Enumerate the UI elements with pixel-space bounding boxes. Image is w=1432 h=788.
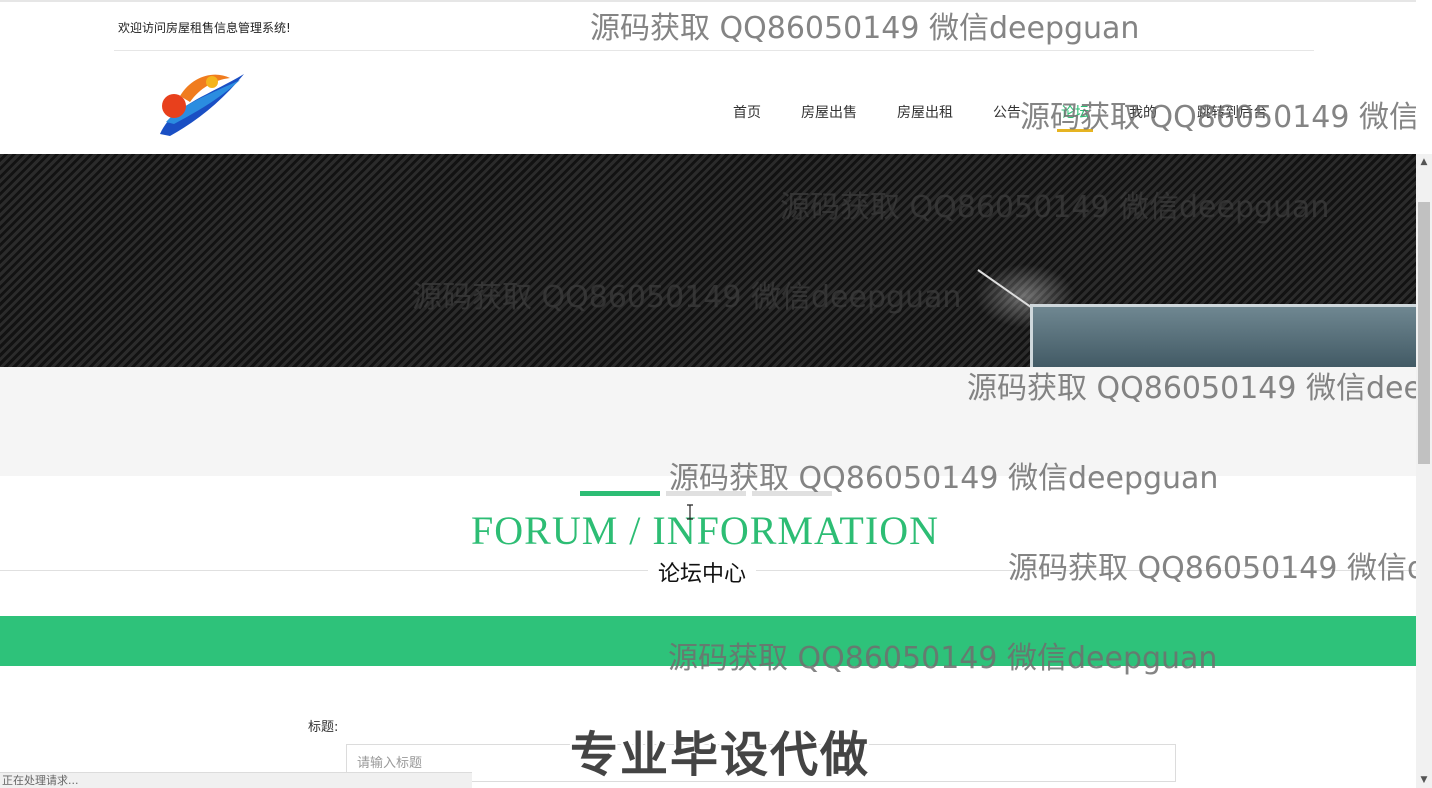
nav-item-house-rent[interactable]: 房屋出租 bbox=[897, 102, 953, 122]
promo-watermark: 专业毕设代做 bbox=[570, 727, 871, 783]
main-nav: 首页 房屋出售 房屋出租 公告 论坛 我的 跳转到后台 bbox=[733, 102, 1307, 132]
scroll-down-icon[interactable]: ▼ bbox=[1416, 772, 1432, 788]
scroll-thumb[interactable] bbox=[1418, 202, 1430, 464]
text-cursor-icon bbox=[687, 504, 693, 520]
carousel-indicators bbox=[580, 491, 838, 496]
page: 欢迎访问房屋租售信息管理系统! 首页 房屋出售 房屋出租 公告 论坛 我的 跳转… bbox=[0, 0, 1432, 788]
site-header: 欢迎访问房屋租售信息管理系统! 首页 房屋出售 房屋出租 公告 论坛 我的 跳转… bbox=[0, 0, 1416, 154]
nav-item-home[interactable]: 首页 bbox=[733, 102, 761, 122]
scroll-up-icon[interactable]: ▲ bbox=[1416, 154, 1432, 170]
status-bar: 正在处理请求... bbox=[0, 772, 472, 788]
nav-item-notice[interactable]: 公告 bbox=[993, 102, 1021, 122]
section-title: FORUM / INFORMATION bbox=[471, 508, 939, 553]
nav-item-house-sale[interactable]: 房屋出售 bbox=[801, 102, 857, 122]
carousel-indicator[interactable] bbox=[666, 491, 746, 496]
nav-item-admin[interactable]: 跳转到后台 bbox=[1197, 102, 1267, 122]
logo-icon bbox=[160, 74, 244, 136]
welcome-text: 欢迎访问房屋租售信息管理系统! bbox=[118, 21, 291, 35]
banner-spacer bbox=[0, 367, 1416, 476]
nav-item-forum[interactable]: 论坛 bbox=[1057, 102, 1093, 132]
site-logo[interactable] bbox=[152, 66, 252, 142]
hero-banner bbox=[0, 154, 1416, 367]
carousel-indicator[interactable] bbox=[752, 491, 832, 496]
header-divider bbox=[114, 50, 1314, 51]
section-subtitle: 论坛中心 bbox=[648, 556, 757, 588]
carousel-indicator[interactable] bbox=[580, 491, 660, 496]
title-label: 标题: bbox=[308, 720, 339, 735]
nav-item-mine[interactable]: 我的 bbox=[1129, 102, 1157, 122]
scrollbar[interactable]: ▲ ▼ bbox=[1416, 154, 1432, 788]
banner-glass-panel bbox=[1030, 304, 1416, 367]
green-band bbox=[0, 616, 1416, 666]
